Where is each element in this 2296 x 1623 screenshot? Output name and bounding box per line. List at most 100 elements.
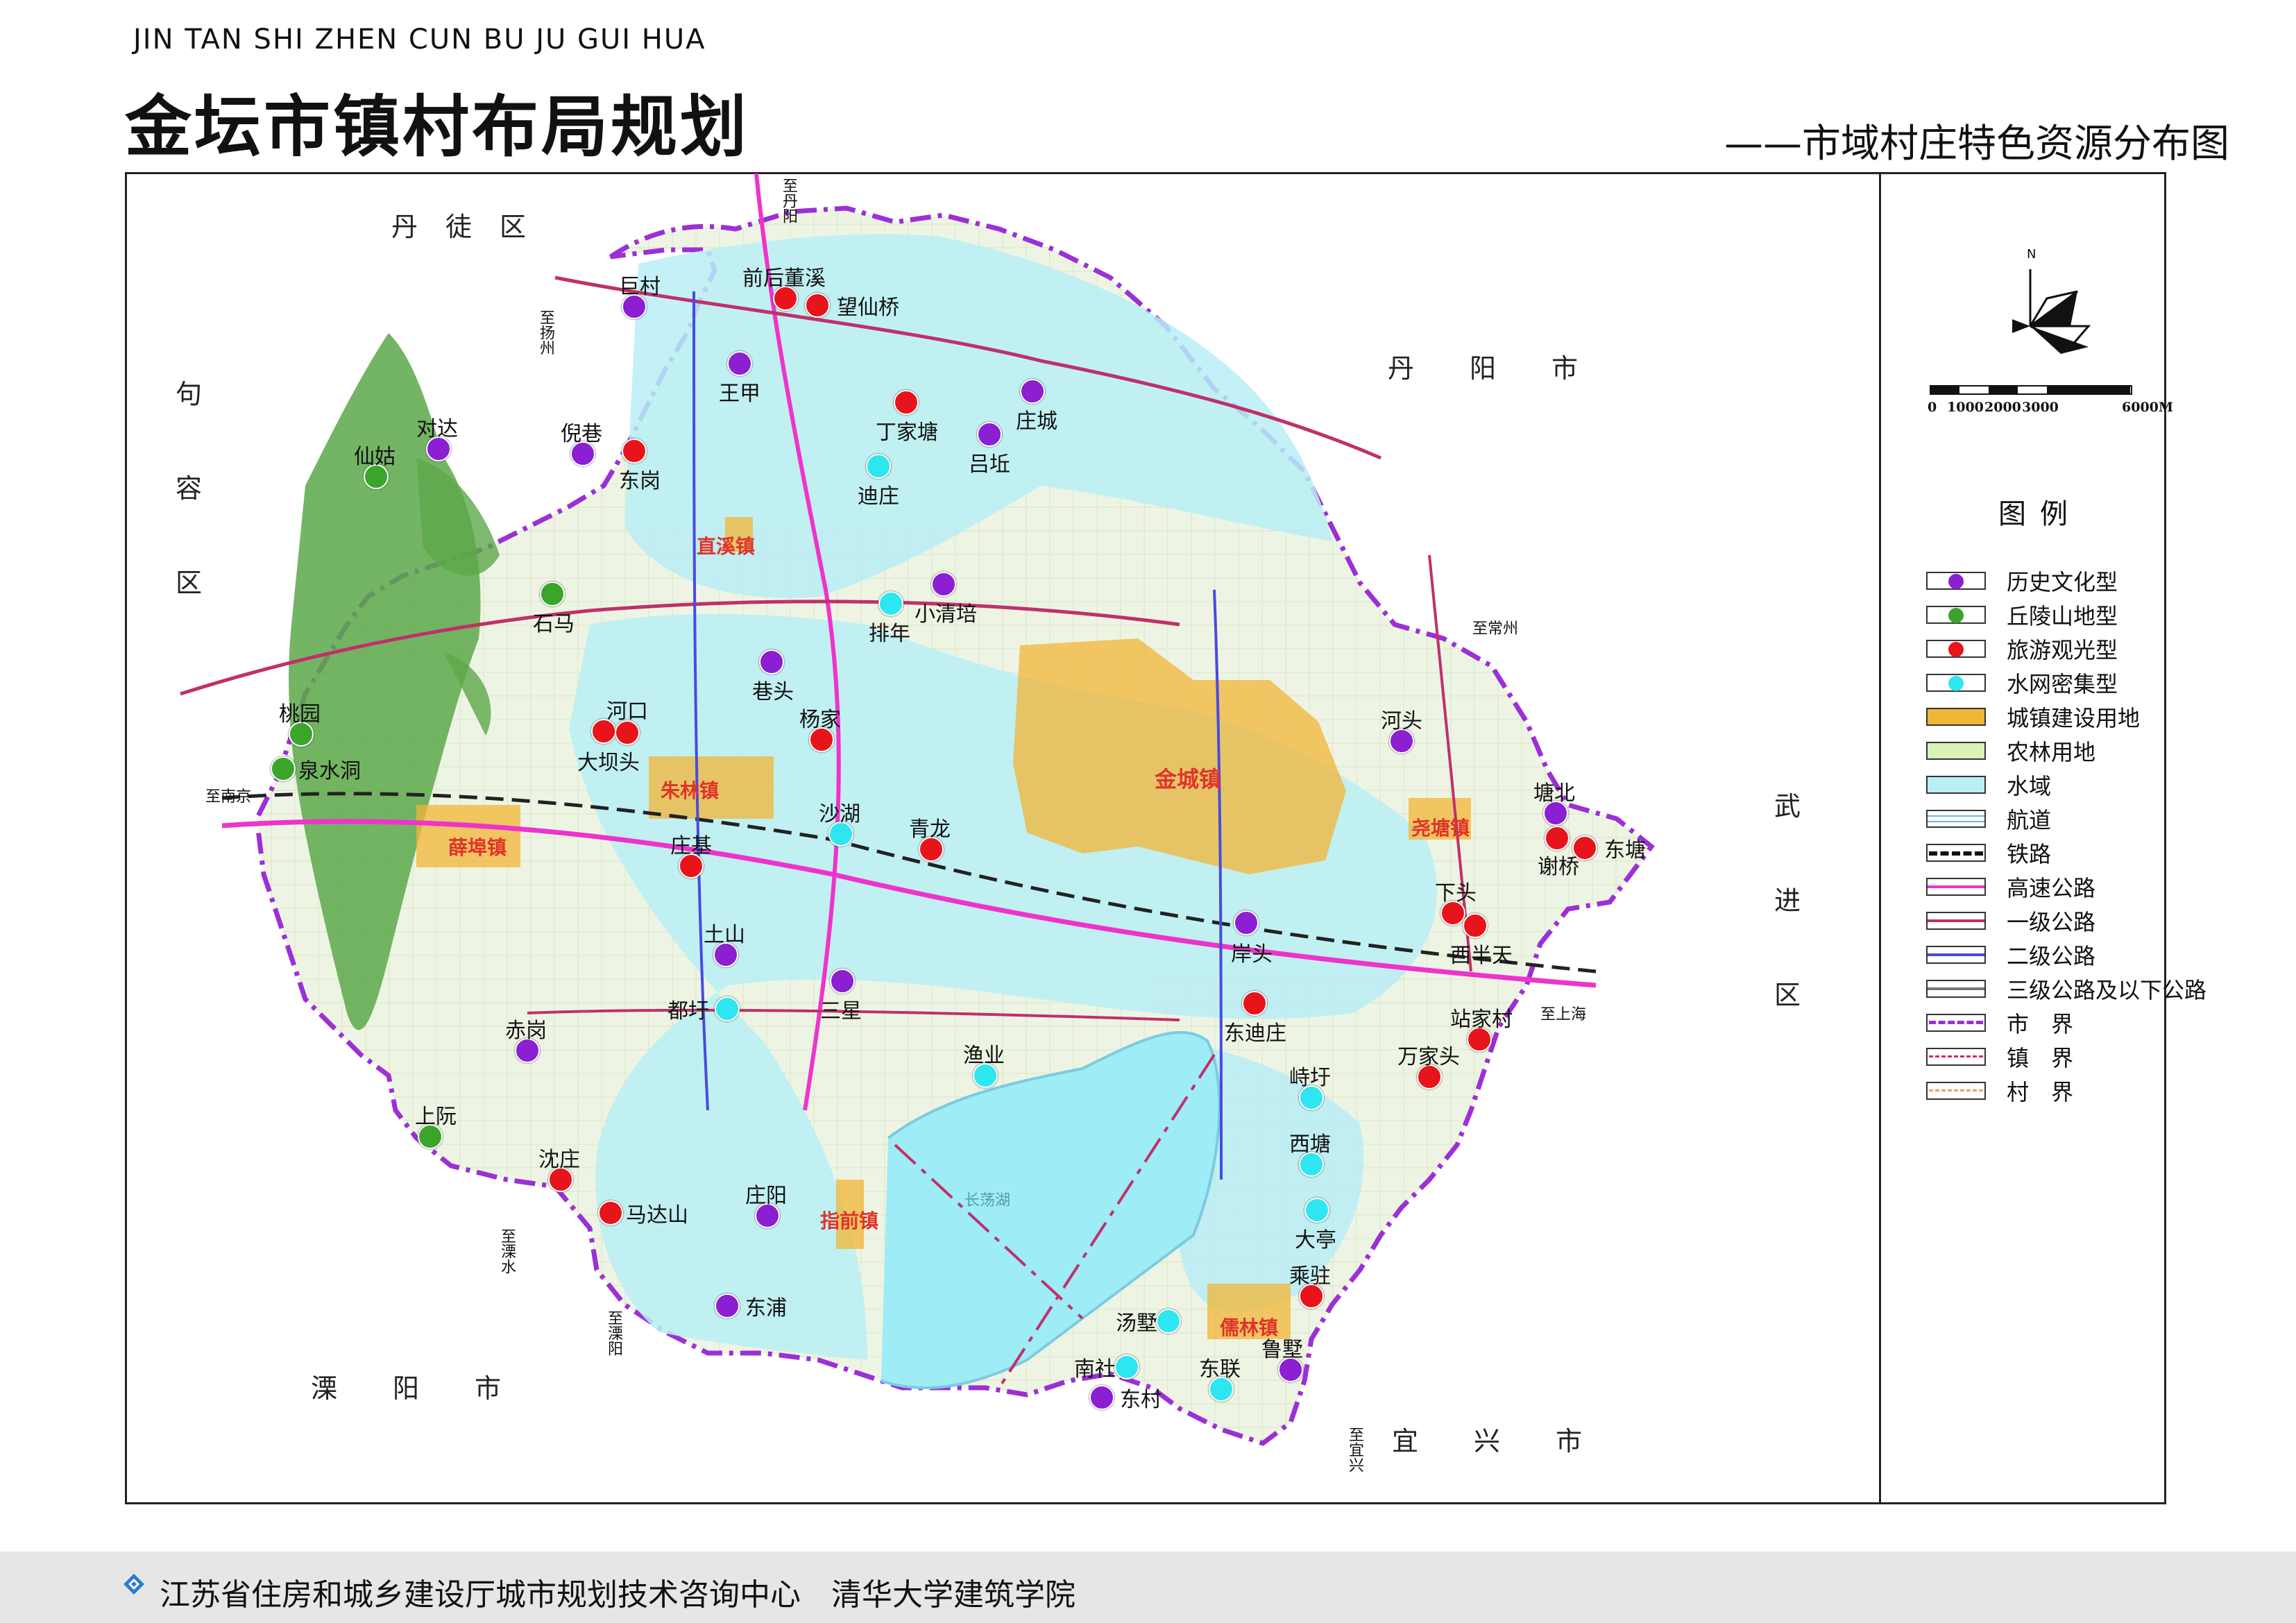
road-note-to-liyang: 至溧阳 [605, 1310, 622, 1356]
legend-item: 镇 界 [1926, 1045, 2073, 1071]
village-marker-history[interactable] [715, 1293, 740, 1318]
village-marker-water_network[interactable] [1114, 1354, 1139, 1379]
lake-label: 长荡湖 [964, 1192, 1011, 1209]
legend-label: 镇 界 [2007, 1045, 2074, 1071]
village-marker-hilly[interactable] [271, 756, 296, 781]
village-marker-history[interactable] [977, 422, 1002, 447]
village-marker-tourism[interactable] [598, 1200, 623, 1225]
village-marker-tourism[interactable] [615, 720, 640, 745]
village-marker-history[interactable] [931, 572, 956, 597]
road-note-to-yixing: 至宜兴 [1346, 1427, 1363, 1472]
village-label: 石马 [533, 612, 575, 636]
village-label: 河头 [1381, 709, 1422, 733]
region-wujin: 武进区 [1774, 791, 1801, 1010]
village-marker-water_network[interactable] [866, 454, 891, 479]
legend-item: 历史文化型 [1926, 569, 2118, 595]
village-marker-history[interactable] [1020, 379, 1045, 404]
village-label: 汤墅 [1116, 1311, 1157, 1336]
village-marker-tourism[interactable] [1242, 991, 1267, 1016]
village-label: 鲁墅 [1261, 1338, 1303, 1362]
legend-swatch [1926, 1014, 1986, 1032]
village-label: 丁家塘 [876, 420, 938, 445]
village-label: 前后董溪 [742, 266, 826, 291]
village-marker-tourism[interactable] [622, 439, 647, 464]
village-label: 东迪庄 [1224, 1021, 1286, 1046]
footer-credits: 江苏省住房和城乡建设厅城市规划技术咨询中心 清华大学建筑学院 [160, 1577, 1075, 1613]
road-note-to-danyang: 至丹阳 [780, 178, 797, 223]
legend-swatch [1926, 1048, 1986, 1066]
legend-item: 三级公路及以下公路 [1926, 977, 2206, 1003]
village-label: 倪巷 [561, 422, 602, 446]
legend-label: 村 界 [2007, 1079, 2074, 1105]
village-marker-tourism[interactable] [1572, 835, 1597, 860]
village-label: 塘北 [1533, 781, 1575, 806]
village-marker-water_network[interactable] [1304, 1198, 1329, 1223]
village-label: 南社 [1074, 1357, 1116, 1382]
village-label: 仙姑 [354, 445, 396, 469]
legend-swatch [1926, 844, 1986, 862]
legend-item: 二级公路 [1926, 943, 2095, 969]
village-marker-history[interactable] [727, 351, 752, 376]
legend-swatch [1926, 606, 1986, 624]
village-marker-history[interactable] [1089, 1385, 1114, 1410]
village-label: 西半天 [1450, 944, 1513, 968]
village-label: 东联 [1199, 1357, 1241, 1382]
village-label: 对达 [416, 417, 458, 441]
scale-label-3000: 3000 [2022, 400, 2059, 415]
village-marker-hilly[interactable] [540, 581, 565, 606]
road-note-to-lishui: 至溧水 [498, 1228, 516, 1274]
village-marker-water_network[interactable] [715, 996, 740, 1021]
village-label: 大亭 [1295, 1228, 1336, 1252]
town-zhiqian: 指前镇 [820, 1209, 879, 1232]
village-label: 巷头 [752, 680, 794, 704]
village-label: 杨家 [799, 708, 841, 732]
village-label: 下头 [1435, 881, 1477, 906]
village-label: 渔业 [963, 1044, 1005, 1068]
village-marker-history[interactable] [759, 649, 784, 674]
village-label: 东浦 [745, 1296, 787, 1320]
road-note-to-changzhou: 至常州 [1472, 620, 1519, 638]
village-label: 王甲 [719, 382, 760, 406]
village-marker-water_network[interactable] [1156, 1309, 1181, 1334]
village-label: 乘驻 [1289, 1264, 1331, 1289]
village-label: 望仙桥 [837, 296, 899, 320]
legend-label: 高速公路 [2007, 875, 2096, 901]
legend-label: 水网密集型 [2007, 671, 2118, 697]
village-label: 土山 [704, 923, 745, 947]
legend-swatch [1926, 946, 1986, 964]
village-label: 排年 [869, 622, 910, 646]
village-marker-history[interactable] [1234, 910, 1259, 935]
legend-item: 铁路 [1926, 841, 2051, 867]
village-label: 三星 [820, 999, 862, 1023]
legend-label: 历史文化型 [2007, 569, 2118, 595]
village-label: 峙圩 [1289, 1066, 1331, 1090]
legend-item: 丘陵山地型 [1926, 603, 2118, 629]
scale-label-6000: 6000M [2122, 400, 2173, 415]
legend-label: 市 界 [2007, 1011, 2074, 1037]
village-label: 庄阳 [745, 1184, 787, 1208]
village-marker-water_network[interactable] [878, 591, 903, 616]
village-label: 东村 [1120, 1388, 1162, 1412]
village-label: 吕坵 [969, 452, 1010, 477]
village-marker-history[interactable] [830, 969, 855, 994]
organization-logo-icon [124, 1574, 144, 1595]
village-label: 东岗 [619, 469, 661, 493]
legend-item: 水网密集型 [1926, 671, 2118, 697]
village-marker-tourism[interactable] [894, 390, 919, 415]
village-label: 桃园 [279, 702, 321, 726]
legend-item: 城镇建设用地 [1926, 705, 2140, 731]
legend-swatch [1926, 980, 1986, 998]
town-yaotang: 尧塘镇 [1411, 817, 1470, 840]
village-label: 马达山 [626, 1203, 688, 1227]
town-jincheng: 金城镇 [1155, 766, 1222, 792]
legend-label: 航道 [2007, 807, 2052, 833]
village-label: 巨村 [619, 275, 661, 299]
legend-swatch [1926, 912, 1986, 930]
region-danyang: 丹阳市 [1388, 353, 1634, 384]
village-marker-tourism[interactable] [805, 293, 830, 318]
village-marker-tourism[interactable] [1463, 913, 1488, 938]
village-marker-tourism[interactable] [1545, 826, 1570, 851]
village-label: 小清培 [915, 602, 977, 627]
legend-label: 二级公路 [2007, 943, 2096, 969]
legend-label: 旅游观光型 [2007, 637, 2118, 663]
